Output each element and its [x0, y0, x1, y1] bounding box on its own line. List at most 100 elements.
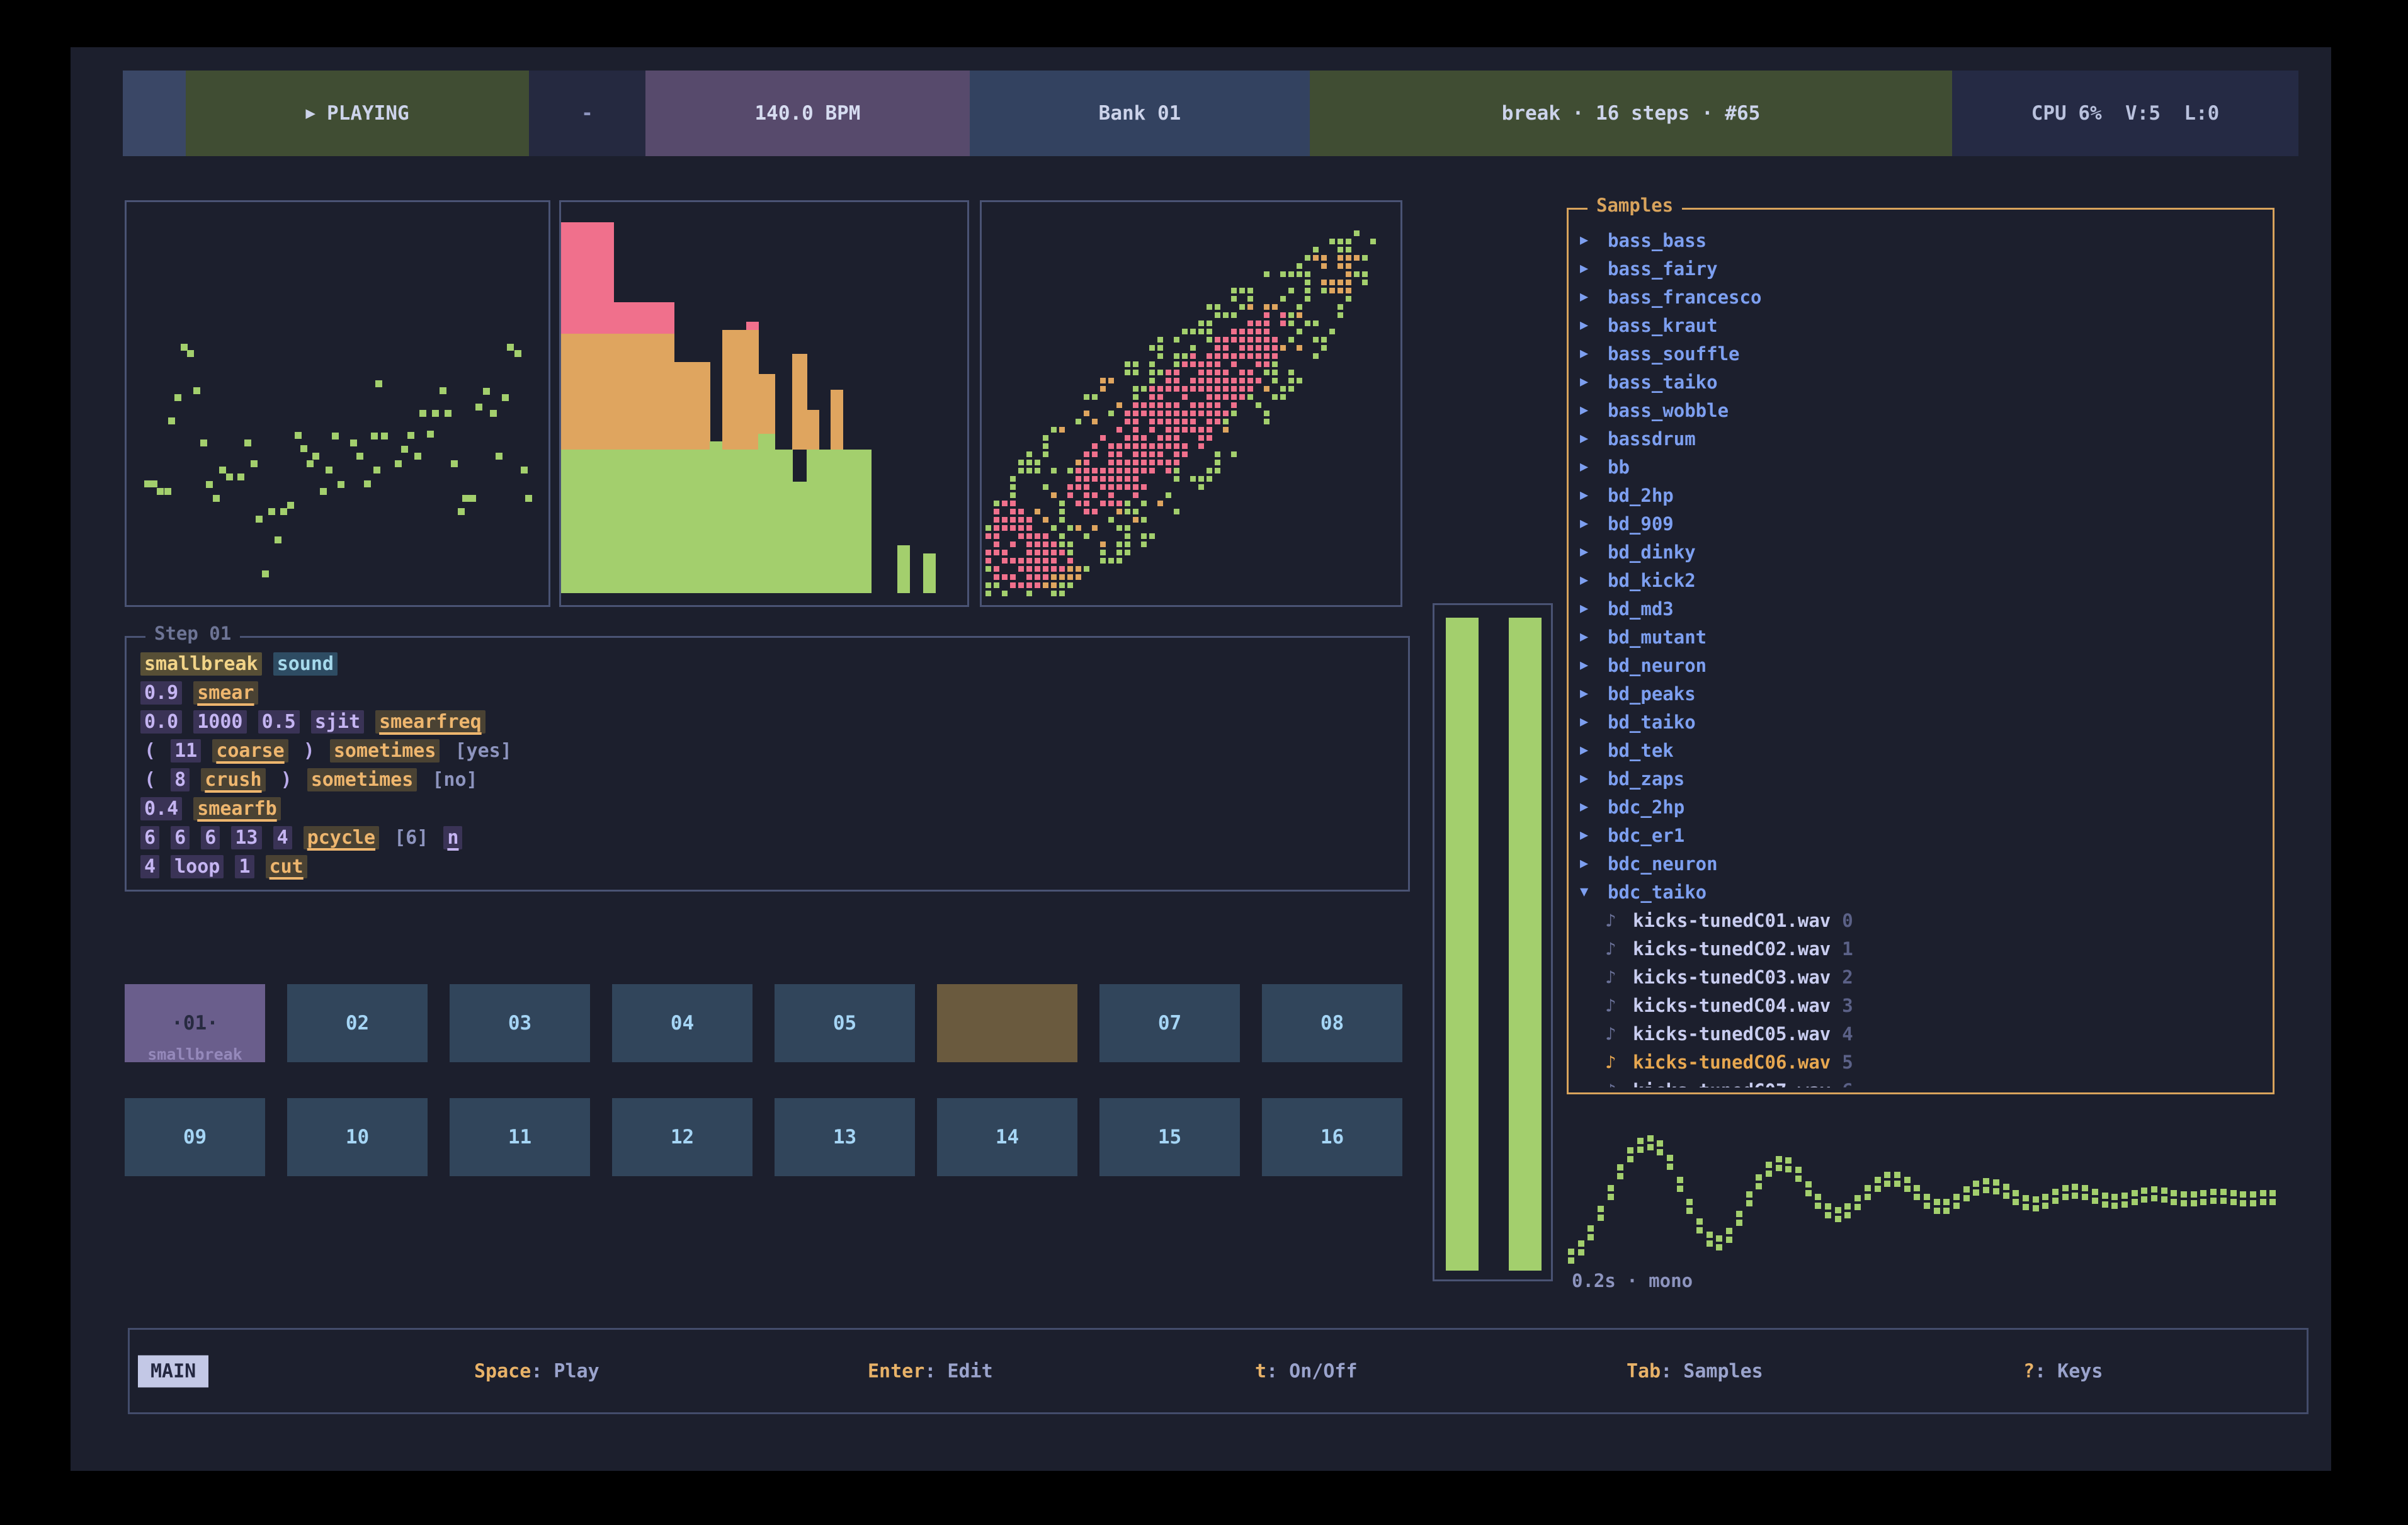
bpm-display[interactable]: 140.0 BPM — [645, 71, 970, 156]
particle-dot — [1215, 402, 1220, 408]
sample-folder-row[interactable]: ▶bd_taiko — [1580, 708, 2266, 736]
particle-dot — [985, 558, 991, 564]
step-cell-11[interactable]: 11 — [450, 1098, 590, 1176]
transport-playing[interactable]: ▶PLAYING — [186, 71, 529, 156]
sample-file-row[interactable]: ♪kicks-tunedC01.wav0 — [1580, 906, 2266, 934]
sample-folder-row[interactable]: ▼bdc_taiko — [1580, 878, 2266, 906]
sample-folder-row[interactable]: ▶bd_909 — [1580, 509, 2266, 538]
sample-folder-row[interactable]: ▶bd_tek — [1580, 736, 2266, 764]
step-cell-12[interactable]: 12 — [612, 1098, 752, 1176]
particle-dot — [1223, 419, 1229, 424]
step-cell-13[interactable]: 13 — [775, 1098, 915, 1176]
sample-file-label: kicks-tunedC05.wav — [1633, 1023, 1831, 1045]
spectrum-bar-segment — [561, 450, 614, 593]
waveform-dot — [1924, 1203, 1930, 1209]
music-note-icon: ♪ — [1605, 910, 1633, 931]
particle-dot — [1215, 386, 1220, 392]
sample-folder-row[interactable]: ▶bdc_neuron — [1580, 849, 2266, 878]
step-cell-16[interactable]: 16 — [1262, 1098, 1402, 1176]
sample-file-row[interactable]: ♪kicks-tunedC05.wav4 — [1580, 1019, 2266, 1048]
particle-dot — [1141, 451, 1147, 457]
particle-dot — [1280, 320, 1286, 326]
particle-dot — [1125, 501, 1130, 506]
sample-folder-row[interactable]: ▶bass_bass — [1580, 226, 2266, 254]
sample-folder-row[interactable]: ▶bass_francesco — [1580, 283, 2266, 311]
sample-folder-row[interactable]: ▶bb — [1580, 453, 2266, 481]
step-code[interactable]: smallbreak sound0.9 smear0.0 1000 0.5 sj… — [140, 650, 1398, 883]
sample-file-row[interactable]: ♪kicks-tunedC07.wav6 — [1580, 1076, 2266, 1087]
particle-dot — [1100, 550, 1106, 555]
particle-dot — [1190, 419, 1196, 424]
step-cell-14[interactable]: 14 — [937, 1098, 1077, 1176]
particle-dot — [1231, 353, 1237, 359]
sample-folder-row[interactable]: ▶bass_kraut — [1580, 311, 2266, 339]
sample-folder-row[interactable]: ▶bd_kick2 — [1580, 566, 2266, 594]
particle-dot — [1239, 345, 1245, 351]
code-token-fn: crush — [201, 768, 265, 791]
step-cell-04[interactable]: 04 — [612, 984, 752, 1062]
waveform-dot — [2092, 1198, 2098, 1204]
code-token-opt: [no] — [428, 768, 481, 791]
scatter-dot — [157, 488, 164, 495]
sample-folder-row[interactable]: ▶bd_md3 — [1580, 594, 2266, 623]
particle-dot — [1084, 460, 1089, 465]
particle-dot — [1198, 386, 1204, 392]
particle-dot — [1116, 451, 1122, 457]
sample-folder-row[interactable]: ▶bdc_er1 — [1580, 821, 2266, 849]
particle-dot — [1059, 517, 1065, 523]
sample-folder-row[interactable]: ▶bass_taiko — [1580, 368, 2266, 396]
particle-dot — [1166, 443, 1171, 449]
sample-folder-row[interactable]: ▶bd_neuron — [1580, 651, 2266, 679]
step-cell-10[interactable]: 10 — [287, 1098, 428, 1176]
step-cell-07[interactable]: 07 — [1099, 984, 1240, 1062]
particle-dot — [1026, 566, 1032, 572]
particle-dot — [1321, 263, 1327, 269]
sample-folder-row[interactable]: ▶bass_wobble — [1580, 396, 2266, 424]
particle-dot — [1166, 435, 1171, 441]
sample-file-row[interactable]: ♪kicks-tunedC03.wav2 — [1580, 963, 2266, 991]
sample-file-row[interactable]: ♪kicks-tunedC06.wav5 — [1580, 1048, 2266, 1076]
particle-dot — [1207, 386, 1212, 392]
chevron-collapsed-icon: ▶ — [1580, 771, 1608, 786]
step-cell-08[interactable]: 08 — [1262, 984, 1402, 1062]
scatter-dot — [371, 433, 378, 439]
code-token-fn: coarse — [212, 739, 288, 762]
sample-file-row[interactable]: ♪kicks-tunedC02.wav1 — [1580, 934, 2266, 963]
step-cell-01[interactable]: ·01·smallbreak — [125, 984, 265, 1062]
particle-dot — [1026, 533, 1032, 539]
waveform-dot — [1627, 1156, 1633, 1162]
sample-folder-row[interactable]: ▶bd_peaks — [1580, 679, 2266, 708]
sample-folder-row[interactable]: ▶bd_mutant — [1580, 623, 2266, 651]
waveform-dot — [1657, 1149, 1663, 1155]
sample-folder-row[interactable]: ▶bd_2hp — [1580, 481, 2266, 509]
sample-folder-row[interactable]: ▶bdc_2hp — [1580, 793, 2266, 821]
waveform-dot — [1854, 1204, 1861, 1210]
sample-folder-row[interactable]: ▶bd_dinky — [1580, 538, 2266, 566]
particle-dot — [1010, 574, 1016, 580]
step-cell-03[interactable]: 03 — [450, 984, 590, 1062]
sample-folder-row[interactable]: ▶bass_fairy — [1580, 254, 2266, 283]
step-cell-05[interactable]: 05 — [775, 984, 915, 1062]
pattern-display[interactable]: break · 16 steps · #65 — [1310, 71, 1952, 156]
sample-folder-row[interactable]: ▶bassdrum — [1580, 424, 2266, 453]
particle-dot — [1100, 468, 1106, 473]
chevron-collapsed-icon: ▶ — [1580, 714, 1608, 730]
sample-file-row[interactable]: ♪kicks-tunedC04.wav3 — [1580, 991, 2266, 1019]
particle-dot — [1166, 402, 1171, 408]
sample-folder-row[interactable]: ▶bass_souffle — [1580, 339, 2266, 368]
waveform-dot — [2141, 1196, 2147, 1203]
sample-folder-row[interactable]: ▶bd_zaps — [1580, 764, 2266, 793]
step-cell-02[interactable]: 02 — [287, 984, 428, 1062]
spectrum-bar-segment — [746, 450, 759, 593]
bank-display[interactable]: Bank 01 — [970, 71, 1310, 156]
step-cell-06[interactable] — [937, 984, 1077, 1062]
step-cell-15[interactable]: 15 — [1099, 1098, 1240, 1176]
scatter-dot — [226, 473, 233, 480]
particle-dot — [1010, 541, 1016, 547]
particle-dot — [1010, 517, 1016, 523]
particle-dot — [1215, 337, 1220, 343]
particle-dot — [1002, 517, 1008, 523]
scatter-dot — [490, 410, 497, 417]
step-cell-09[interactable]: 09 — [125, 1098, 265, 1176]
particle-dot — [1264, 337, 1269, 343]
